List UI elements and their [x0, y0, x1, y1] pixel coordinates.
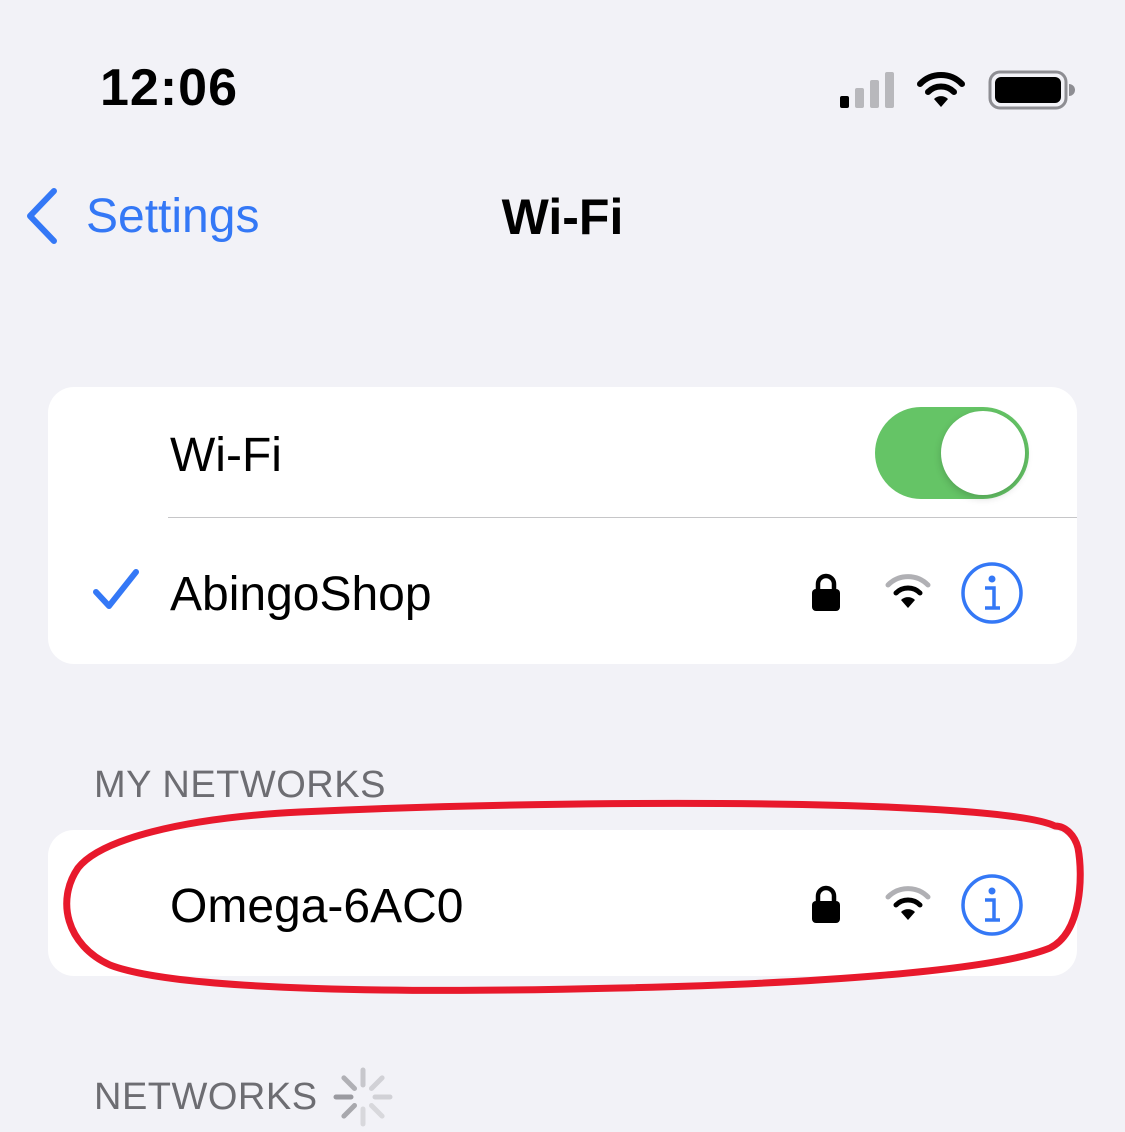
- info-icon[interactable]: [960, 561, 1024, 625]
- networks-header: NETWORKS: [94, 1076, 318, 1118]
- page-title: Wi-Fi: [501, 189, 624, 245]
- wifi-signal-icon: [885, 886, 931, 920]
- network-row-connected[interactable]: AbingoShop: [48, 518, 1077, 664]
- lock-icon: [812, 573, 840, 611]
- wifi-signal-icon: [885, 574, 931, 608]
- wifi-toggle-label: Wi-Fi: [170, 429, 282, 482]
- cellular-signal-icon: [840, 72, 894, 108]
- network-name: Omega-6AC0: [170, 880, 464, 933]
- loading-spinner-icon: [333, 1067, 393, 1127]
- wifi-settings-card: Wi-Fi AbingoShop: [48, 387, 1077, 664]
- wifi-icon: [917, 72, 965, 107]
- lock-icon: [812, 885, 840, 923]
- status-time: 12:06: [100, 59, 238, 117]
- info-icon[interactable]: [960, 873, 1024, 937]
- network-name: AbingoShop: [170, 568, 432, 621]
- wifi-toggle-row: Wi-Fi: [48, 387, 1077, 518]
- my-networks-header: MY NETWORKS: [94, 764, 386, 806]
- checkmark-icon: [93, 569, 139, 609]
- toggle-knob: [941, 411, 1025, 495]
- battery-icon: [988, 70, 1075, 110]
- network-row[interactable]: Omega-6AC0: [48, 830, 1077, 976]
- wifi-toggle-switch[interactable]: [875, 407, 1029, 499]
- status-icons: [840, 70, 1075, 110]
- my-networks-card: Omega-6AC0: [48, 830, 1077, 976]
